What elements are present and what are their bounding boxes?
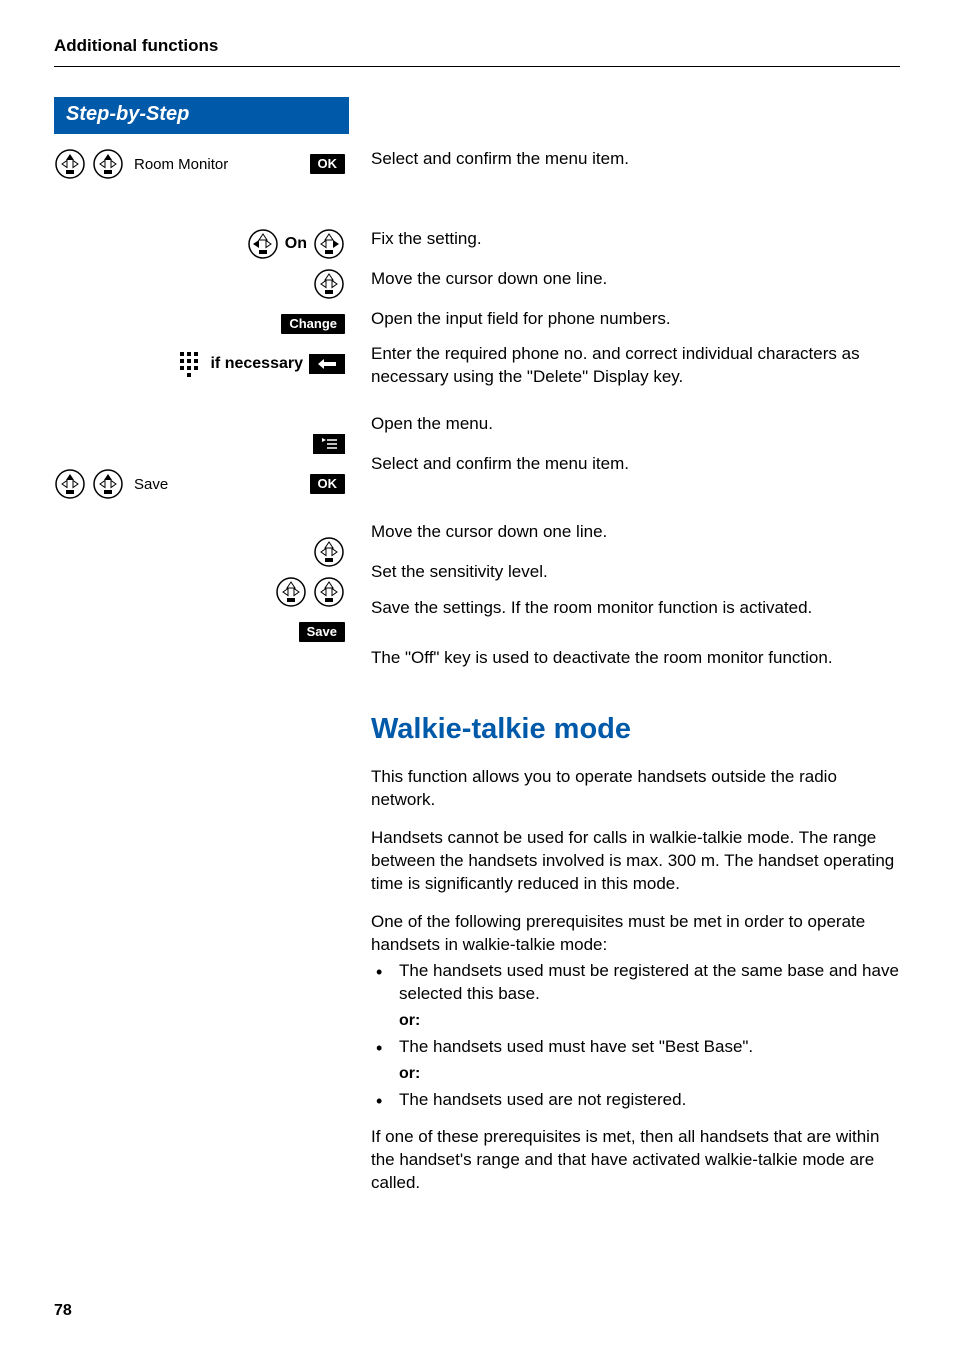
ok-key[interactable]: OK (310, 154, 346, 175)
nav-down-icon (92, 468, 124, 500)
prereq-item-1: The handsets used must be registered at … (371, 960, 900, 1006)
step-if-necessary: if necessary (54, 344, 349, 384)
walkie-p3: One of the following prerequisites must … (371, 911, 900, 957)
page-number: 78 (54, 1302, 72, 1320)
nav-right-icon (313, 576, 345, 608)
desc-r9: Set the sensitivity level. (371, 561, 548, 584)
nav-right-icon (313, 228, 345, 260)
desc-r4: Open the input field for phone numbers. (371, 308, 671, 331)
walkie-p1: This function allows you to operate hand… (371, 766, 900, 812)
step-cursor-down (54, 264, 349, 304)
backspace-key[interactable] (309, 354, 345, 374)
desc-r1: Select and confirm the menu item. (371, 148, 629, 171)
walkie-talkie-heading: Walkie-talkie mode (371, 713, 900, 746)
left-column: Step-by-Step Room Monitor OK On (54, 97, 349, 1210)
nav-left-icon (247, 228, 279, 260)
step-save-key: Save (54, 612, 349, 652)
desc-r2: Fix the setting. (371, 228, 482, 251)
save-label: Save (130, 476, 304, 493)
step-save: Save OK (54, 464, 349, 504)
if-necessary-label: if necessary (210, 355, 303, 373)
nav-down-icon (313, 536, 345, 568)
desc-r10: Save the settings. If the room monitor f… (371, 597, 812, 620)
nav-down-icon (92, 148, 124, 180)
prereq-list: The handsets used must be registered at … (371, 960, 900, 1112)
walkie-p2: Handsets cannot be used for calls in wal… (371, 827, 900, 896)
save-display-key[interactable]: Save (299, 622, 345, 643)
nav-up-icon (54, 468, 86, 500)
step-cursor-down-2 (54, 532, 349, 572)
prereq-item-3: The handsets used are not registered. (371, 1089, 900, 1112)
menu-key[interactable] (313, 434, 345, 454)
or-label-2: or: (371, 1065, 900, 1083)
right-column: Select and confirm the menu item. Fix th… (349, 97, 900, 1210)
step-room-monitor: Room Monitor OK (54, 144, 349, 184)
desc-r5: Enter the required phone no. and correct… (371, 343, 900, 389)
desc-r3: Move the cursor down one line. (371, 268, 607, 291)
nav-left-icon (275, 576, 307, 608)
nav-up-icon (54, 148, 86, 180)
keypad-icon (178, 350, 204, 378)
desc-r7: Select and confirm the menu item. (371, 453, 629, 476)
step-on: On (54, 224, 349, 264)
walkie-p4: If one of these prerequisites is met, th… (371, 1126, 900, 1195)
desc-r6: Open the menu. (371, 413, 493, 436)
step-open-menu (54, 424, 349, 464)
nav-down-icon (313, 268, 345, 300)
prereq-item-2: The handsets used must have set "Best Ba… (371, 1036, 900, 1059)
on-label: On (285, 235, 307, 253)
room-monitor-label: Room Monitor (130, 156, 304, 173)
step-sensitivity (54, 572, 349, 612)
step-by-step-header: Step-by-Step (54, 97, 349, 134)
page-header: Additional functions (54, 36, 900, 67)
ok-key[interactable]: OK (310, 474, 346, 495)
step-change: Change (54, 304, 349, 344)
or-label-1: or: (371, 1012, 900, 1030)
desc-r11: The "Off" key is used to deactivate the … (371, 647, 833, 670)
desc-r8: Move the cursor down one line. (371, 521, 607, 544)
change-key[interactable]: Change (281, 314, 345, 335)
